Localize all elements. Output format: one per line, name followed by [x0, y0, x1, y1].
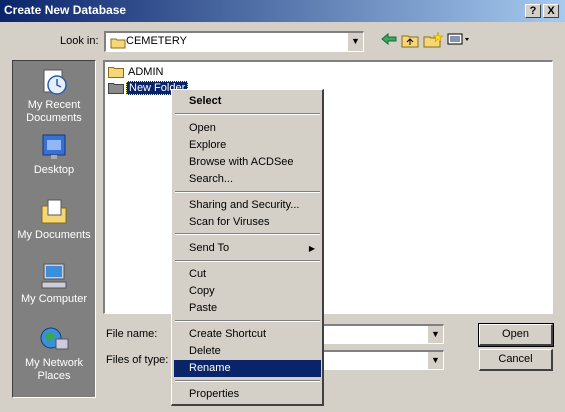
chevron-down-icon[interactable]: ▼ [347, 33, 363, 51]
list-item[interactable]: ADMIN [108, 65, 165, 80]
menu-separator [175, 380, 320, 382]
filename-label: File name: [106, 328, 158, 340]
desktop-icon [42, 134, 66, 159]
menu-item-open[interactable]: Open [174, 120, 321, 137]
my-documents-icon [41, 199, 67, 224]
place-my-computer-label: My Computer [20, 293, 88, 305]
lookin-label: Look in: [60, 35, 99, 47]
back-arrow-icon[interactable] [378, 32, 400, 52]
menu-item-delete[interactable]: Delete [174, 343, 321, 360]
file-name: ADMIN [128, 66, 164, 78]
close-button[interactable]: X [543, 4, 559, 18]
up-folder-icon[interactable] [399, 32, 421, 52]
place-network-line1: My Network [24, 357, 84, 369]
window-title: Create New Database [4, 3, 127, 17]
help-button[interactable]: ? [525, 4, 541, 18]
filetype-select[interactable]: ▼ [320, 350, 444, 370]
title-bar: Create New Database ? X [0, 0, 565, 22]
menu-separator [175, 260, 320, 262]
chevron-down-icon[interactable]: ▼ [427, 352, 443, 369]
folder-icon [108, 83, 124, 95]
menu-item-paste[interactable]: Paste [174, 300, 321, 317]
chevron-down-icon[interactable]: ▼ [427, 326, 443, 343]
network-places-icon [40, 327, 69, 350]
menu-separator [175, 233, 320, 235]
folder-icon [108, 67, 124, 79]
filename-field[interactable]: ▼ [320, 324, 444, 344]
place-recent-line1: My Recent [27, 99, 81, 111]
menu-item-explore[interactable]: Explore [174, 137, 321, 154]
lookin-dropdown[interactable]: CEMETERY ▼ [104, 31, 364, 52]
menu-separator [175, 191, 320, 193]
place-my-computer[interactable]: My Computer [13, 261, 95, 306]
menu-item-sharing-security[interactable]: Sharing and Security... [174, 197, 321, 214]
close-button-label: X [547, 5, 555, 17]
menu-item-browse-acdsee[interactable]: Browse with ACDSee [174, 154, 321, 171]
menu-item-select[interactable]: Select [174, 93, 321, 110]
menu-item-create-shortcut[interactable]: Create Shortcut [174, 326, 321, 343]
places-bar: My Recent Documents Desktop My Documents… [12, 60, 96, 398]
place-recent-documents[interactable]: My Recent Documents [13, 67, 95, 125]
help-button-label: ? [529, 5, 537, 17]
place-my-documents-label: My Documents [17, 229, 91, 241]
open-button[interactable]: Open [478, 323, 554, 347]
menu-item-properties[interactable]: Properties [174, 386, 321, 403]
menu-item-copy[interactable]: Copy [174, 283, 321, 300]
submenu-arrow-icon: ▶ [308, 244, 315, 253]
menu-item-scan-viruses[interactable]: Scan for Viruses [174, 214, 321, 231]
place-network-line2: Places [37, 370, 71, 382]
menu-item-search[interactable]: Search... [174, 171, 321, 188]
menu-item-send-to-label: Send To [189, 242, 230, 254]
place-desktop[interactable]: Desktop [13, 132, 95, 177]
filetype-label: Files of type: [106, 354, 169, 366]
place-recent-line2: Documents [26, 112, 82, 124]
place-network[interactable]: My Network Places [13, 325, 95, 383]
place-my-documents[interactable]: My Documents [13, 197, 95, 242]
new-folder-icon[interactable] [422, 31, 444, 52]
menu-item-rename[interactable]: Rename [174, 360, 321, 377]
lookin-value: CEMETERY [126, 35, 187, 47]
menu-separator [175, 320, 320, 322]
menu-item-cut[interactable]: Cut [174, 266, 321, 283]
cancel-button[interactable]: Cancel [479, 349, 553, 371]
views-menu-icon[interactable] [446, 32, 472, 52]
folder-icon [110, 38, 126, 49]
place-desktop-label: Desktop [33, 164, 75, 176]
menu-separator [175, 113, 320, 115]
context-menu: Select Open Explore Browse with ACDSee S… [171, 89, 324, 406]
my-computer-icon [41, 263, 67, 289]
recent-documents-icon [43, 69, 67, 95]
menu-item-send-to[interactable]: Send To ▶ [174, 240, 321, 257]
